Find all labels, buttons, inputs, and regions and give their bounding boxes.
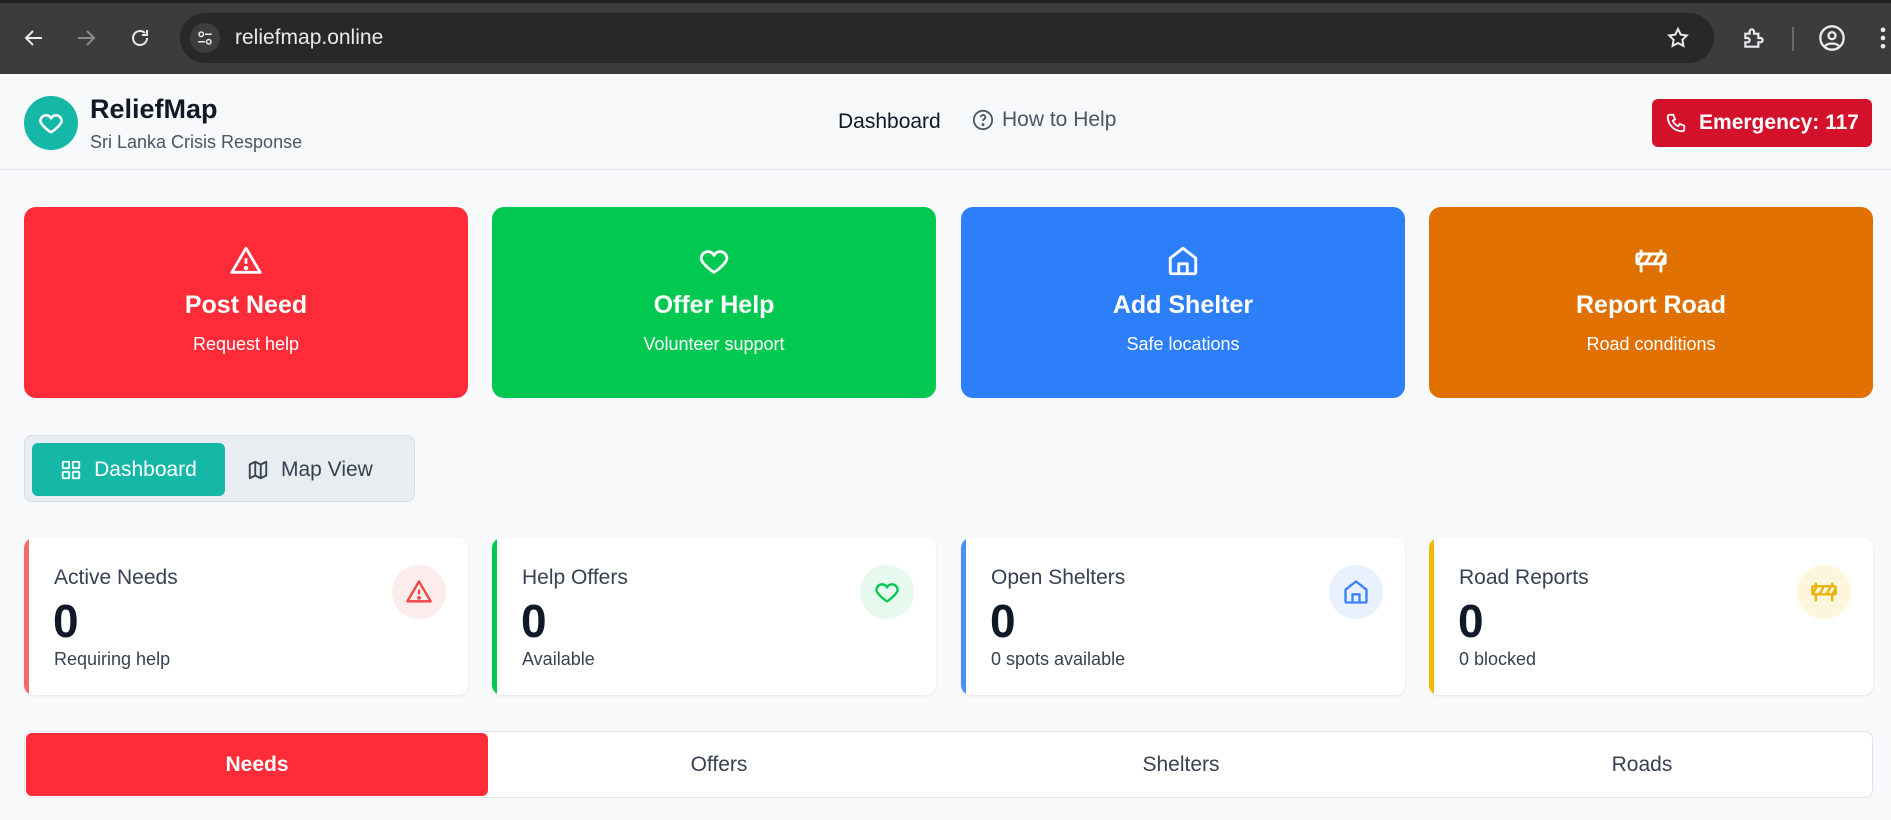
- tab-needs[interactable]: Needs: [26, 733, 488, 796]
- stat-note: Requiring help: [54, 649, 171, 669]
- dashboard-view-label: Dashboard: [94, 457, 197, 481]
- brand-title: ReliefMap: [90, 94, 218, 124]
- alert-triangle-icon: [392, 565, 446, 619]
- stat-label: Help Offers: [522, 566, 628, 589]
- stat-card-open-shelters: Open Shelters 0 0 spots available: [961, 538, 1405, 695]
- offer-help-subtitle: Volunteer support: [643, 334, 785, 354]
- address-bar[interactable]: reliefmap.online: [180, 13, 1714, 63]
- home-icon: [1165, 243, 1201, 279]
- brand-subtitle: Sri Lanka Crisis Response: [90, 132, 303, 152]
- site-info-button[interactable]: [190, 23, 220, 53]
- stat-note: 0 blocked: [1459, 649, 1537, 669]
- help-circle-icon: [972, 109, 994, 131]
- post-need-subtitle: Request help: [192, 334, 300, 354]
- url-text[interactable]: reliefmap.online: [235, 26, 383, 50]
- report-road-card[interactable]: Report Road Road conditions: [1429, 207, 1873, 398]
- profile-button[interactable]: [1815, 21, 1849, 55]
- stat-card-road-reports: Road Reports 0 0 blocked: [1429, 538, 1873, 695]
- bookmark-button[interactable]: [1664, 24, 1692, 52]
- stat-value: 0: [1458, 595, 1484, 647]
- road-barrier-icon: [1797, 565, 1851, 619]
- heart-icon: [860, 565, 914, 619]
- heart-icon: [696, 243, 732, 279]
- map-view-label: Map View: [281, 457, 373, 481]
- add-shelter-card[interactable]: Add Shelter Safe locations: [961, 207, 1405, 398]
- stat-value: 0: [521, 595, 547, 647]
- stat-accent-bar: [1429, 538, 1434, 695]
- reload-button[interactable]: [122, 20, 158, 56]
- tab-strip-edge: [0, 0, 1891, 3]
- toolbar-divider: [1792, 27, 1794, 51]
- map-icon: [248, 460, 268, 479]
- tab-offers[interactable]: Offers: [488, 732, 950, 797]
- more-vertical-icon: [1880, 27, 1886, 49]
- stat-value: 0: [53, 595, 79, 647]
- dashboard-view-button[interactable]: Dashboard: [32, 443, 225, 496]
- view-toggle: Dashboard Map View: [24, 435, 415, 502]
- logo[interactable]: [24, 96, 78, 150]
- stat-accent-bar: [492, 538, 497, 695]
- nav-how-to-help-label: How to Help: [1002, 108, 1117, 131]
- report-road-subtitle: Road conditions: [1586, 334, 1716, 354]
- puzzle-icon: [1744, 28, 1764, 48]
- arrow-right-icon: [78, 30, 96, 46]
- reload-icon: [132, 30, 148, 46]
- stat-note: Available: [522, 649, 595, 669]
- browser-toolbar: reliefmap.online: [0, 0, 1891, 74]
- list-tabs: Needs Offers Shelters Roads: [24, 731, 1873, 798]
- emergency-call-button[interactable]: Emergency: 117: [1652, 99, 1872, 147]
- home-icon: [1329, 565, 1383, 619]
- app-header: ReliefMap Sri Lanka Crisis Response Dash…: [0, 74, 1891, 170]
- nav-dashboard-link[interactable]: Dashboard: [838, 110, 941, 134]
- stat-note: 0 spots available: [991, 649, 1126, 669]
- report-road-title: Report Road: [1576, 291, 1726, 319]
- heart-icon: [39, 114, 63, 134]
- nav-how-to-help-link[interactable]: How to Help: [972, 108, 1116, 132]
- alert-triangle-icon: [228, 243, 264, 279]
- emergency-label: Emergency: 117: [1699, 111, 1859, 134]
- map-view-button[interactable]: Map View: [247, 443, 397, 496]
- tune-icon: [198, 31, 212, 45]
- offer-help-card[interactable]: Offer Help Volunteer support: [492, 207, 936, 398]
- stat-label: Road Reports: [1459, 566, 1589, 589]
- stat-card-active-needs: Active Needs 0 Requiring help: [24, 538, 468, 695]
- phone-icon: [1666, 113, 1686, 133]
- post-need-card[interactable]: Post Need Request help: [24, 207, 468, 398]
- post-need-title: Post Need: [184, 291, 308, 319]
- stat-label: Active Needs: [54, 566, 178, 589]
- arrow-left-icon: [24, 30, 42, 46]
- add-shelter-title: Add Shelter: [1112, 291, 1254, 319]
- grid-icon: [61, 460, 81, 479]
- stat-label: Open Shelters: [991, 566, 1126, 589]
- stat-card-help-offers: Help Offers 0 Available: [492, 538, 936, 695]
- stat-value: 0: [990, 595, 1016, 647]
- account-icon: [1819, 25, 1845, 51]
- add-shelter-subtitle: Safe locations: [1126, 334, 1240, 354]
- offer-help-title: Offer Help: [653, 291, 775, 319]
- back-button[interactable]: [16, 20, 52, 56]
- road-barrier-icon: [1633, 243, 1669, 279]
- extensions-button[interactable]: [1737, 21, 1771, 55]
- stat-accent-bar: [24, 538, 29, 695]
- forward-button[interactable]: [68, 20, 104, 56]
- stat-accent-bar: [961, 538, 966, 695]
- tab-roads[interactable]: Roads: [1412, 732, 1872, 797]
- tab-shelters[interactable]: Shelters: [950, 732, 1412, 797]
- star-icon: [1667, 26, 1689, 48]
- menu-button[interactable]: [1866, 21, 1891, 55]
